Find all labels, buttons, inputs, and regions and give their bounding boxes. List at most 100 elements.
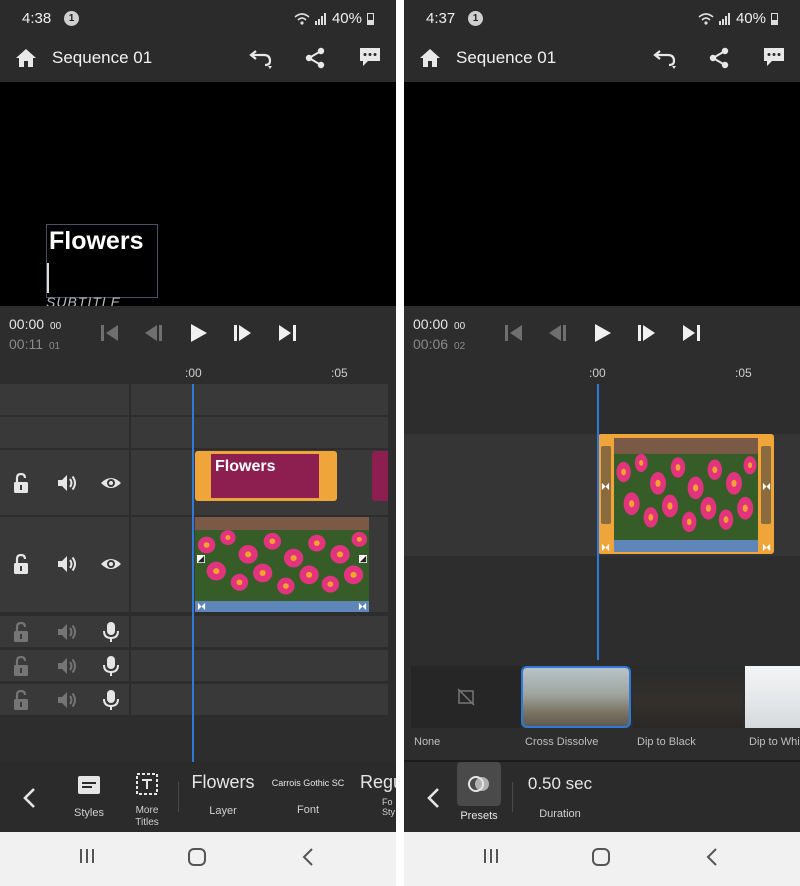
chat-icon[interactable] [358, 46, 382, 68]
current-time: 00:00 [9, 316, 45, 332]
font-control[interactable]: Carrois Gothic SC Font [268, 778, 348, 816]
transition-none[interactable] [411, 666, 521, 728]
sequence-title: Sequence 01 [456, 48, 557, 67]
skip-forward-icon[interactable] [275, 322, 299, 344]
share-icon[interactable] [708, 46, 730, 70]
signal-icon [314, 12, 326, 25]
sequence-title: Sequence 01 [52, 48, 153, 67]
speaker-icon[interactable] [56, 553, 78, 575]
wifi-icon [294, 12, 310, 25]
transition-cross-dissolve[interactable] [521, 666, 631, 728]
chat-icon[interactable] [762, 46, 786, 68]
eye-icon[interactable] [100, 553, 122, 575]
video-preview[interactable] [404, 82, 800, 306]
battery-percent: 40% [331, 10, 362, 27]
font-style-control[interactable]: Regu Fo Sty [360, 772, 396, 817]
audio-track [0, 684, 388, 715]
transition-handle-icon[interactable] [601, 482, 610, 491]
back-nav-icon[interactable] [300, 847, 316, 867]
lock-icon[interactable] [11, 621, 33, 643]
video-clip[interactable] [195, 517, 369, 612]
transition-dip-to-white[interactable] [745, 666, 800, 728]
preview-title-text[interactable]: Flowers [49, 227, 143, 256]
play-icon[interactable] [186, 322, 210, 344]
eye-icon[interactable] [100, 472, 122, 494]
skip-back-icon[interactable] [502, 322, 526, 344]
video-clip-thumbnail [614, 438, 758, 540]
ruler-mark-0: :00 [185, 366, 202, 380]
transport-controls: 00:00 00 00:06 02 [404, 306, 800, 362]
layer-control[interactable]: Flowers Layer [186, 772, 260, 817]
time-ruler[interactable]: :00 :05 [0, 362, 396, 384]
lock-icon[interactable] [11, 472, 33, 494]
transition-handle-icon[interactable] [762, 543, 771, 552]
playhead[interactable] [192, 384, 194, 762]
playhead[interactable] [597, 384, 599, 660]
current-timecode: 00:00 00 [9, 316, 61, 332]
home-nav-icon[interactable] [591, 847, 611, 867]
toolbar-separator [512, 782, 513, 812]
transition-handle-icon[interactable] [358, 602, 367, 611]
video-preview[interactable]: Flowers SUBTITLE [0, 82, 396, 306]
speaker-icon[interactable] [56, 689, 78, 711]
speaker-icon[interactable] [56, 621, 78, 643]
time-ruler[interactable]: :00 :05 [404, 362, 800, 384]
recent-apps-icon[interactable] [78, 847, 96, 865]
track-body[interactable] [131, 384, 388, 415]
step-forward-icon[interactable] [634, 322, 658, 344]
android-nav-bar [404, 832, 800, 886]
transition-label: None [414, 736, 441, 748]
step-forward-icon[interactable] [230, 322, 254, 344]
lock-icon[interactable] [11, 689, 33, 711]
presets-button[interactable]: Presets [456, 762, 502, 822]
home-icon[interactable] [14, 46, 38, 70]
microphone-icon[interactable] [100, 689, 122, 711]
lock-icon[interactable] [11, 655, 33, 677]
track-body[interactable] [131, 684, 388, 715]
track-header [0, 616, 129, 647]
notification-badge: 1 [64, 11, 79, 26]
title-clip-next[interactable] [372, 451, 388, 501]
title-clip[interactable]: Flowers [195, 451, 337, 501]
chevron-left-icon[interactable] [20, 786, 40, 810]
play-icon[interactable] [590, 322, 614, 344]
chevron-left-icon[interactable] [424, 786, 444, 810]
title-bounding-box[interactable]: Flowers [46, 224, 158, 298]
home-nav-icon[interactable] [187, 847, 207, 867]
presets-icon-box [457, 762, 501, 806]
microphone-icon[interactable] [100, 655, 122, 677]
speaker-icon[interactable] [56, 655, 78, 677]
microphone-icon[interactable] [100, 621, 122, 643]
recent-apps-icon[interactable] [482, 847, 500, 865]
track-body[interactable] [131, 650, 388, 681]
duration-control[interactable]: 0.50 sec Duration [522, 774, 598, 820]
more-titles-label: More Titles [135, 805, 159, 828]
styles-button[interactable]: Styles [70, 774, 108, 819]
font-style-label: Fo Sty [382, 797, 396, 817]
undo-icon[interactable] [652, 46, 678, 70]
step-back-icon[interactable] [142, 322, 166, 344]
app-bar: Sequence 01 [0, 36, 396, 82]
current-frames: 00 [50, 321, 62, 332]
speaker-icon[interactable] [56, 472, 78, 494]
back-nav-icon[interactable] [704, 847, 720, 867]
preview-subtitle-text[interactable]: SUBTITLE [46, 294, 121, 306]
skip-back-icon[interactable] [98, 322, 122, 344]
step-back-icon[interactable] [546, 322, 570, 344]
selected-video-clip[interactable] [598, 434, 774, 554]
skip-forward-icon[interactable] [679, 322, 703, 344]
track-body[interactable] [131, 417, 388, 448]
track-body[interactable] [131, 616, 388, 647]
home-icon[interactable] [418, 46, 442, 70]
transition-handle-icon[interactable] [601, 543, 610, 552]
share-icon[interactable] [304, 46, 326, 70]
left-screen: 4:38 1 40% Sequence 01 Flowers SUBTITLE … [0, 0, 396, 886]
audio-waveform [614, 540, 758, 552]
transition-handle-icon[interactable] [762, 482, 771, 491]
transition-dip-to-black[interactable] [633, 666, 743, 728]
lock-icon[interactable] [11, 553, 33, 575]
undo-icon[interactable] [248, 46, 274, 70]
duration-timecode: 00:11 01 [9, 336, 60, 352]
more-titles-button[interactable]: More Titles [128, 772, 166, 829]
transition-handle-icon[interactable] [197, 602, 206, 611]
